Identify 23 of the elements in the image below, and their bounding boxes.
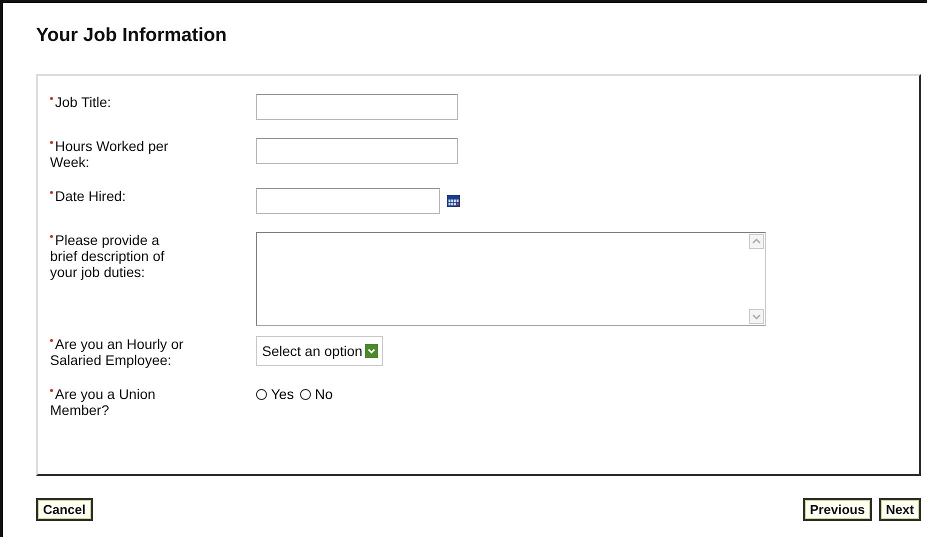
previous-button[interactable]: Previous xyxy=(802,498,872,521)
field-label: Are you an Hourly or Salaried Employee: xyxy=(50,336,184,368)
dropdown-caret-icon xyxy=(365,344,378,358)
page-title: Your Job Information xyxy=(36,25,228,47)
text-field[interactable] xyxy=(256,138,458,164)
cancel-button[interactable]: Cancel xyxy=(36,498,93,521)
field-label: Date Hired: xyxy=(50,188,190,204)
date-field[interactable] xyxy=(256,188,440,214)
text-area[interactable] xyxy=(256,232,766,326)
field-label: Are you a Union Member? xyxy=(50,386,156,418)
radio-option[interactable]: Yes xyxy=(256,386,294,402)
radio-option[interactable]: No xyxy=(300,386,333,402)
option-dropdown[interactable]: Select an option xyxy=(256,336,384,366)
field-label: Hours Worked per Week: xyxy=(50,138,170,170)
scroll-down-icon[interactable] xyxy=(749,309,764,324)
radio-icon[interactable] xyxy=(256,388,267,400)
field-label: Please provide a brief description of your job duties: xyxy=(50,232,166,280)
next-button[interactable]: Next xyxy=(878,498,921,521)
scroll-up-icon[interactable] xyxy=(749,234,764,249)
text-field[interactable] xyxy=(256,94,458,120)
field-label: Job Title: xyxy=(50,94,190,110)
radio-icon[interactable] xyxy=(300,388,311,400)
calendar-icon[interactable] xyxy=(447,195,460,207)
